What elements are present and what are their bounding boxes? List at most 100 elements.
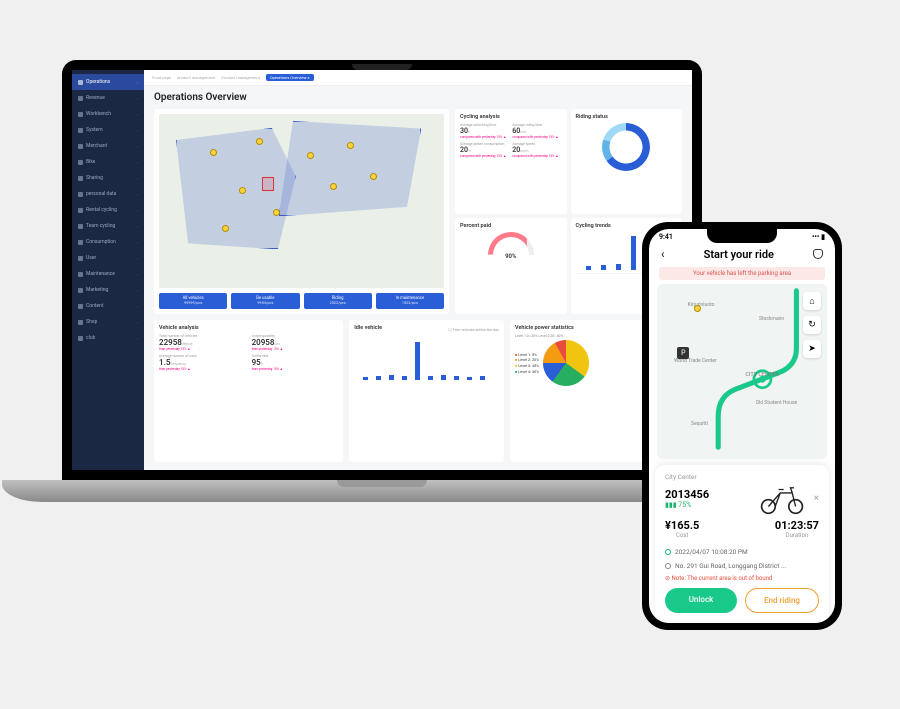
- bike-id: 2013456: [665, 488, 709, 501]
- cost-value: ¥165.5: [665, 519, 699, 532]
- map-label: Sequitti: [691, 421, 708, 427]
- card-title: Idle vehicle: [354, 325, 382, 331]
- main-content: Front page product management Product ma…: [144, 70, 692, 470]
- map-label: Stockmann: [759, 316, 784, 322]
- area-label: City Center: [665, 473, 819, 481]
- page-title: Operations Overview: [144, 86, 692, 109]
- menu-icon: [78, 256, 83, 261]
- card-title: Cycling analysis: [460, 114, 561, 120]
- end-riding-button[interactable]: End riding: [745, 588, 819, 613]
- bell-icon[interactable]: [813, 249, 823, 259]
- signal-icon: ••• ▮: [812, 233, 825, 241]
- crumb-active[interactable]: Operations Overview x: [266, 74, 314, 81]
- menu-icon: [78, 96, 83, 101]
- sidebar-item-user[interactable]: User›: [72, 250, 144, 266]
- phone-title: Start your ride: [704, 248, 774, 261]
- idle-vehicle-card: Idle vehicle ☐ Free vehicles within the …: [349, 320, 504, 462]
- phone-screen: 9:41 ••• ▮ ‹ Start your ride Your vehicl…: [649, 229, 835, 623]
- battery-label: ▮▮▮ 75%: [665, 501, 709, 509]
- gauge-value: 90%: [488, 253, 534, 260]
- menu-icon: [78, 320, 83, 325]
- phone-alert: Your vehicle has left the parking area: [659, 267, 825, 280]
- card-title: Riding status: [576, 114, 677, 120]
- menu-icon: [78, 80, 83, 85]
- phone-mockup: 9:41 ••• ▮ ‹ Start your ride Your vehicl…: [642, 222, 842, 630]
- parking-icon: P: [677, 347, 689, 359]
- map-label: Kirjurinluoto: [688, 302, 715, 308]
- idle-checkbox[interactable]: ☐ Free vehicles within the day: [448, 327, 499, 332]
- home-icon[interactable]: ⌂: [803, 292, 821, 310]
- location-line: No. 291 Gui Road, Longgang District ...: [665, 559, 819, 573]
- menu-icon: [78, 288, 83, 293]
- riding-donut-chart: [602, 123, 650, 171]
- sidebar-item-maintenance[interactable]: Maintenance›: [72, 266, 144, 282]
- sidebar-item-sharing[interactable]: Sharing›: [72, 170, 144, 186]
- sidebar-item-workbench[interactable]: Workbench›: [72, 106, 144, 122]
- menu-icon: [78, 272, 83, 277]
- map-stat-button[interactable]: Be usable9954/pcs: [231, 293, 299, 309]
- crumb[interactable]: product management: [177, 75, 215, 80]
- menu-icon: [78, 208, 83, 213]
- map-stat-buttons: All vehicles99999/pcsBe usable9954/pcs Ri…: [159, 293, 444, 309]
- map-label: Old Student House: [756, 400, 798, 406]
- locate-icon[interactable]: ➤: [803, 340, 821, 358]
- menu-icon: [78, 160, 83, 165]
- percent-gauge: 90%: [488, 232, 534, 260]
- sidebar-item-personal-data[interactable]: personal data›: [72, 186, 144, 202]
- sidebar-item-team-cycling[interactable]: Team cycling›: [72, 218, 144, 234]
- map-stat-button[interactable]: All vehicles99999/pcs: [159, 293, 227, 309]
- menu-icon: [78, 224, 83, 229]
- cost-label: Cost: [665, 532, 699, 539]
- menu-icon: [78, 112, 83, 117]
- phone-map[interactable]: Kirjurinluoto Stockmann World Trade Cent…: [657, 284, 827, 459]
- menu-icon: [78, 240, 83, 245]
- sidebar-item-revenue[interactable]: Revenue›: [72, 90, 144, 106]
- operations-map[interactable]: [159, 114, 444, 288]
- power-pie-chart: [543, 340, 589, 386]
- ride-sheet: City Center 2013456 ▮▮▮ 75% × ¥165.5 Cos…: [655, 465, 829, 623]
- card-title: Vehicle analysis: [159, 325, 338, 331]
- sidebar-item-shop[interactable]: Shop›: [72, 314, 144, 330]
- close-icon[interactable]: ×: [814, 493, 819, 504]
- menu-icon: [78, 304, 83, 309]
- sidebar-item-consumption[interactable]: Consumption›: [72, 234, 144, 250]
- crumb[interactable]: Front page: [152, 75, 171, 80]
- laptop-mockup: Operations›Revenue›Workbench›System›Merc…: [62, 60, 702, 590]
- sidebar-item-club[interactable]: club›: [72, 330, 144, 346]
- sidebar-item-bike[interactable]: Bike›: [72, 154, 144, 170]
- sidebar-item-content[interactable]: Content›: [72, 298, 144, 314]
- menu-icon: [78, 144, 83, 149]
- map-stat-button[interactable]: Riding2522/pcs: [304, 293, 372, 309]
- idle-chart: [354, 334, 499, 380]
- vehicle-analysis-card: Vehicle analysis Total number of vehicle…: [154, 320, 343, 462]
- sidebar-item-rental-cycling[interactable]: Rental cycling›: [72, 202, 144, 218]
- map-label: CITY CENTER: [745, 372, 778, 378]
- menu-icon: [78, 128, 83, 133]
- power-legend: Level 1: 5% Level 2: 20% Level 3: 45% Le…: [515, 352, 539, 375]
- menu-icon: [78, 176, 83, 181]
- bike-image: [756, 481, 808, 515]
- map-card: All vehicles99999/pcsBe usable9954/pcs Ri…: [154, 109, 449, 314]
- warning-text: ⊘ Note: The current area is out of bound: [665, 573, 819, 588]
- menu-icon: [78, 192, 83, 197]
- sidebar-item-operations[interactable]: Operations›: [72, 74, 144, 90]
- breadcrumbs: Front page product management Product ma…: [144, 70, 692, 86]
- dashboard-app: Operations›Revenue›Workbench›System›Merc…: [72, 70, 692, 470]
- sidebar-item-merchant[interactable]: Merchant›: [72, 138, 144, 154]
- card-title: Percent paid: [460, 223, 561, 229]
- menu-icon: [78, 336, 83, 341]
- refresh-icon[interactable]: ↻: [803, 316, 821, 334]
- duration-label: Duration: [775, 532, 819, 539]
- unlock-button[interactable]: Unlock: [665, 588, 737, 613]
- riding-status-card: Riding status: [571, 109, 682, 214]
- cycling-analysis-card: Cycling analysis Average unlocking time3…: [455, 109, 566, 214]
- sidebar-item-marketing[interactable]: Marketing›: [72, 282, 144, 298]
- sidebar: Operations›Revenue›Workbench›System›Merc…: [72, 70, 144, 470]
- laptop-screen: Operations›Revenue›Workbench›System›Merc…: [62, 60, 702, 480]
- sidebar-item-system[interactable]: System›: [72, 122, 144, 138]
- map-stat-button[interactable]: In maintenance1523/pcs: [376, 293, 444, 309]
- back-icon[interactable]: ‹: [661, 247, 665, 261]
- crumb[interactable]: Product management: [221, 75, 260, 80]
- duration-value: 01:23:57: [775, 519, 819, 532]
- percent-paid-card: Percent paid 90%: [455, 218, 566, 315]
